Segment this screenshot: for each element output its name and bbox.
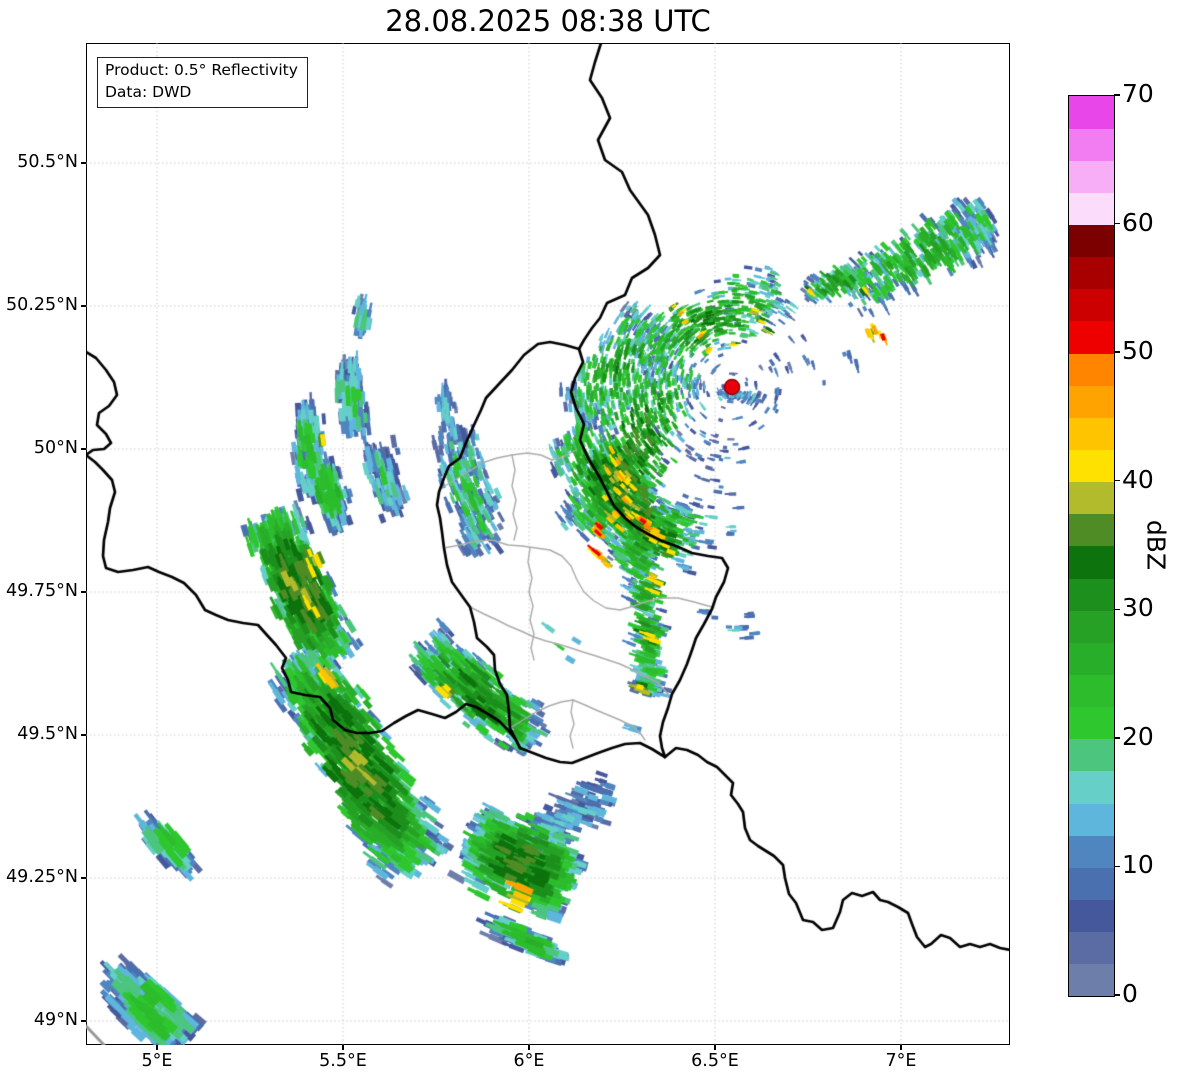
colorbar-segment [1069, 706, 1114, 740]
y-tick-mark [81, 162, 86, 164]
colorbar-axis-label: dBZ [1141, 519, 1171, 571]
colorbar-segment [1069, 288, 1114, 322]
y-tick-label: 50°N [33, 438, 78, 458]
colorbar-segment [1069, 546, 1114, 579]
product-label: Product: 0.5° Reflectivity [105, 61, 298, 79]
colorbar-segment [1069, 867, 1114, 901]
y-tick-mark [81, 591, 86, 593]
dbz-colorbar [1068, 95, 1115, 997]
x-tick-mark [156, 1045, 158, 1050]
colorbar-segment [1069, 128, 1114, 161]
colorbar-segment [1069, 835, 1114, 868]
colorbar-segment [1069, 899, 1114, 933]
colorbar-segment [1069, 963, 1114, 997]
colorbar-tick-mark [1114, 94, 1120, 96]
colorbar-tick-label: 0 [1122, 979, 1138, 1008]
y-tick-label: 49°N [33, 1010, 78, 1030]
colorbar-tick-label: 10 [1122, 850, 1154, 880]
x-tick-label: 5°E [141, 1051, 173, 1071]
data-source-label: Data: DWD [105, 82, 192, 101]
colorbar-segment [1069, 610, 1114, 643]
radar-figure: { "title": "28.08.2025 08:38 UTC", "info… [0, 0, 1202, 1081]
colorbar-segment [1069, 578, 1114, 611]
colorbar-tick-mark [1114, 222, 1120, 225]
y-tick-label: 49.5°N [17, 724, 78, 744]
colorbar-segment [1069, 738, 1114, 772]
x-tick-label: 7°E [885, 1051, 917, 1071]
colorbar-segment [1069, 513, 1114, 547]
colorbar-segment [1069, 96, 1114, 129]
y-tick-mark [81, 1020, 86, 1022]
y-tick-mark [81, 448, 86, 450]
x-tick-label: 6.5°E [691, 1051, 739, 1071]
radar-map-canvas [86, 43, 1010, 1045]
colorbar-tick-label: 40 [1122, 464, 1154, 494]
y-tick-mark [81, 877, 86, 879]
x-tick-label: 6°E [513, 1051, 545, 1071]
x-tick-mark [342, 1045, 344, 1050]
page-title: 28.08.2025 08:38 UTC [385, 4, 711, 38]
colorbar-tick-label: 30 [1122, 593, 1154, 623]
colorbar-segment [1069, 224, 1114, 258]
x-tick-label: 5.5°E [319, 1051, 367, 1071]
y-tick-label: 50.5°N [17, 152, 78, 172]
colorbar-tick-mark [1114, 608, 1120, 611]
colorbar-tick-label: 70 [1122, 79, 1154, 108]
y-tick-label: 49.25°N [6, 867, 78, 887]
colorbar-tick-mark [1114, 865, 1120, 868]
colorbar-segment [1069, 771, 1114, 804]
colorbar-segment [1069, 321, 1114, 354]
colorbar-tick-label: 50 [1122, 336, 1154, 366]
colorbar-segment [1069, 256, 1114, 290]
y-tick-label: 49.75°N [6, 581, 78, 601]
colorbar-tick-mark [1114, 994, 1120, 996]
colorbar-segment [1069, 417, 1114, 451]
x-tick-mark [714, 1045, 716, 1050]
colorbar-segment [1069, 674, 1114, 708]
colorbar-segment [1069, 803, 1114, 836]
x-tick-mark [900, 1045, 902, 1050]
colorbar-tick-mark [1114, 737, 1120, 739]
colorbar-tick-mark [1114, 479, 1120, 482]
colorbar-tick-label: 20 [1122, 721, 1154, 751]
colorbar-segment [1069, 353, 1114, 386]
colorbar-segment [1069, 481, 1114, 515]
colorbar-segment [1069, 449, 1114, 483]
y-tick-label: 50.25°N [6, 295, 78, 315]
x-tick-mark [528, 1045, 530, 1050]
product-info-box: Product: 0.5° Reflectivity Data: DWD [97, 57, 308, 109]
colorbar-segment [1069, 642, 1114, 676]
colorbar-tick-label: 60 [1122, 207, 1154, 237]
y-tick-mark [81, 305, 86, 307]
y-tick-mark [81, 734, 86, 736]
colorbar-segment [1069, 931, 1114, 965]
colorbar-tick-mark [1114, 351, 1120, 353]
colorbar-segment [1069, 385, 1114, 418]
colorbar-segment [1069, 160, 1114, 193]
colorbar-segment [1069, 192, 1114, 226]
